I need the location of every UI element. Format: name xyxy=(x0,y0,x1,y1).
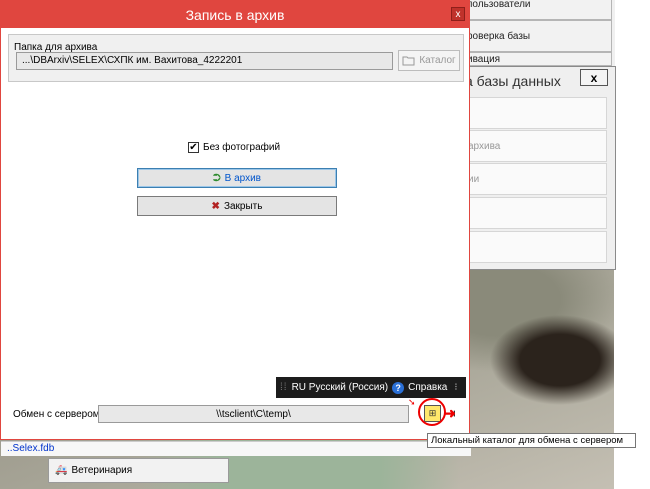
dialog-content-area xyxy=(8,86,464,396)
background-margin xyxy=(614,0,650,489)
server-exchange-row: Обмен с сервером \\tsclient\C\temp\ ⊞ ⇥ xyxy=(1,405,471,427)
db-item-1[interactable] xyxy=(461,97,607,129)
dialog-close-button[interactable]: x xyxy=(451,7,465,21)
archive-arrow-icon: ⮊ xyxy=(213,172,221,184)
folder-icon xyxy=(402,56,415,65)
close-people-icon: ✖ xyxy=(211,200,220,212)
side-button-label: роверка базы xyxy=(467,30,531,42)
language-bar[interactable]: ⁞⁞ RU Русский (Россия) ? Справка ⁝ xyxy=(276,377,466,398)
close-button[interactable]: ✖ Закрыть xyxy=(137,196,337,216)
database-dialog-close-button[interactable]: x xyxy=(580,69,608,86)
side-button-label: ивация xyxy=(467,54,501,65)
grip-icon[interactable]: ⁞⁞ xyxy=(280,382,288,393)
db-item-3[interactable]: ии xyxy=(461,163,607,195)
veterinary-button-label: Ветеринария xyxy=(71,465,133,476)
db-item-4[interactable] xyxy=(461,197,607,229)
side-button-label: пользователи xyxy=(467,0,531,10)
small-arrow-icon: ➘ xyxy=(408,397,416,407)
status-bar-db-path[interactable]: ..Selex.fdb xyxy=(1,441,471,456)
catalog-button[interactable]: Каталог xyxy=(398,50,460,71)
server-path-field[interactable]: \\tsclient\C\temp\ xyxy=(98,405,409,423)
server-exchange-label: Обмен с сервером xyxy=(13,409,100,420)
to-archive-button-label: В архив xyxy=(224,172,261,184)
langbar-options-icon[interactable]: ⁝ xyxy=(454,382,457,393)
side-button-activation[interactable]: ивация xyxy=(460,52,612,66)
arrow-right-icon: ➜ xyxy=(444,405,456,421)
dialog-titlebar: Запись в архив x xyxy=(1,1,469,28)
no-photos-label: Без фотографий xyxy=(203,142,281,153)
no-photos-checkbox[interactable]: ✔ xyxy=(188,142,199,153)
dialog-title: Запись в архив xyxy=(185,6,285,23)
archive-folder-path-field[interactable]: ...\DBArxiv\SELEX\СХПК им. Вахитова_4222… xyxy=(16,52,393,70)
db-item-archive[interactable]: архива xyxy=(461,130,607,162)
help-icon[interactable]: ? xyxy=(392,381,405,394)
to-archive-button[interactable]: ⮊ В архив xyxy=(137,168,337,188)
archive-dialog: Запись в архив x Папка для архива ...\DB… xyxy=(0,0,471,456)
language-indicator[interactable]: RU Русский (Россия) xyxy=(292,382,389,393)
no-photos-option[interactable]: ✔ Без фотографий xyxy=(188,142,280,153)
catalog-button-label: Каталог xyxy=(419,55,456,66)
vet-car-icon: 🚑 xyxy=(55,465,68,476)
db-item-5[interactable] xyxy=(461,231,607,263)
side-button-users[interactable]: пользователи xyxy=(460,0,612,20)
database-dialog-title: а базы данных xyxy=(465,73,561,89)
tooltip: Локальный каталог для обмена с сервером xyxy=(427,433,636,448)
veterinary-button[interactable]: 🚑 Ветеринария xyxy=(48,458,229,483)
close-button-label: Закрыть xyxy=(223,200,263,212)
database-dialog: а базы данных x архива ии xyxy=(460,66,616,270)
side-button-check-db[interactable]: роверка базы xyxy=(460,20,612,52)
highlight-circle xyxy=(418,398,446,426)
archive-folder-group: Папка для архива ...\DBArxiv\SELEX\СХПК … xyxy=(8,34,464,82)
help-label[interactable]: Справка xyxy=(408,382,447,393)
